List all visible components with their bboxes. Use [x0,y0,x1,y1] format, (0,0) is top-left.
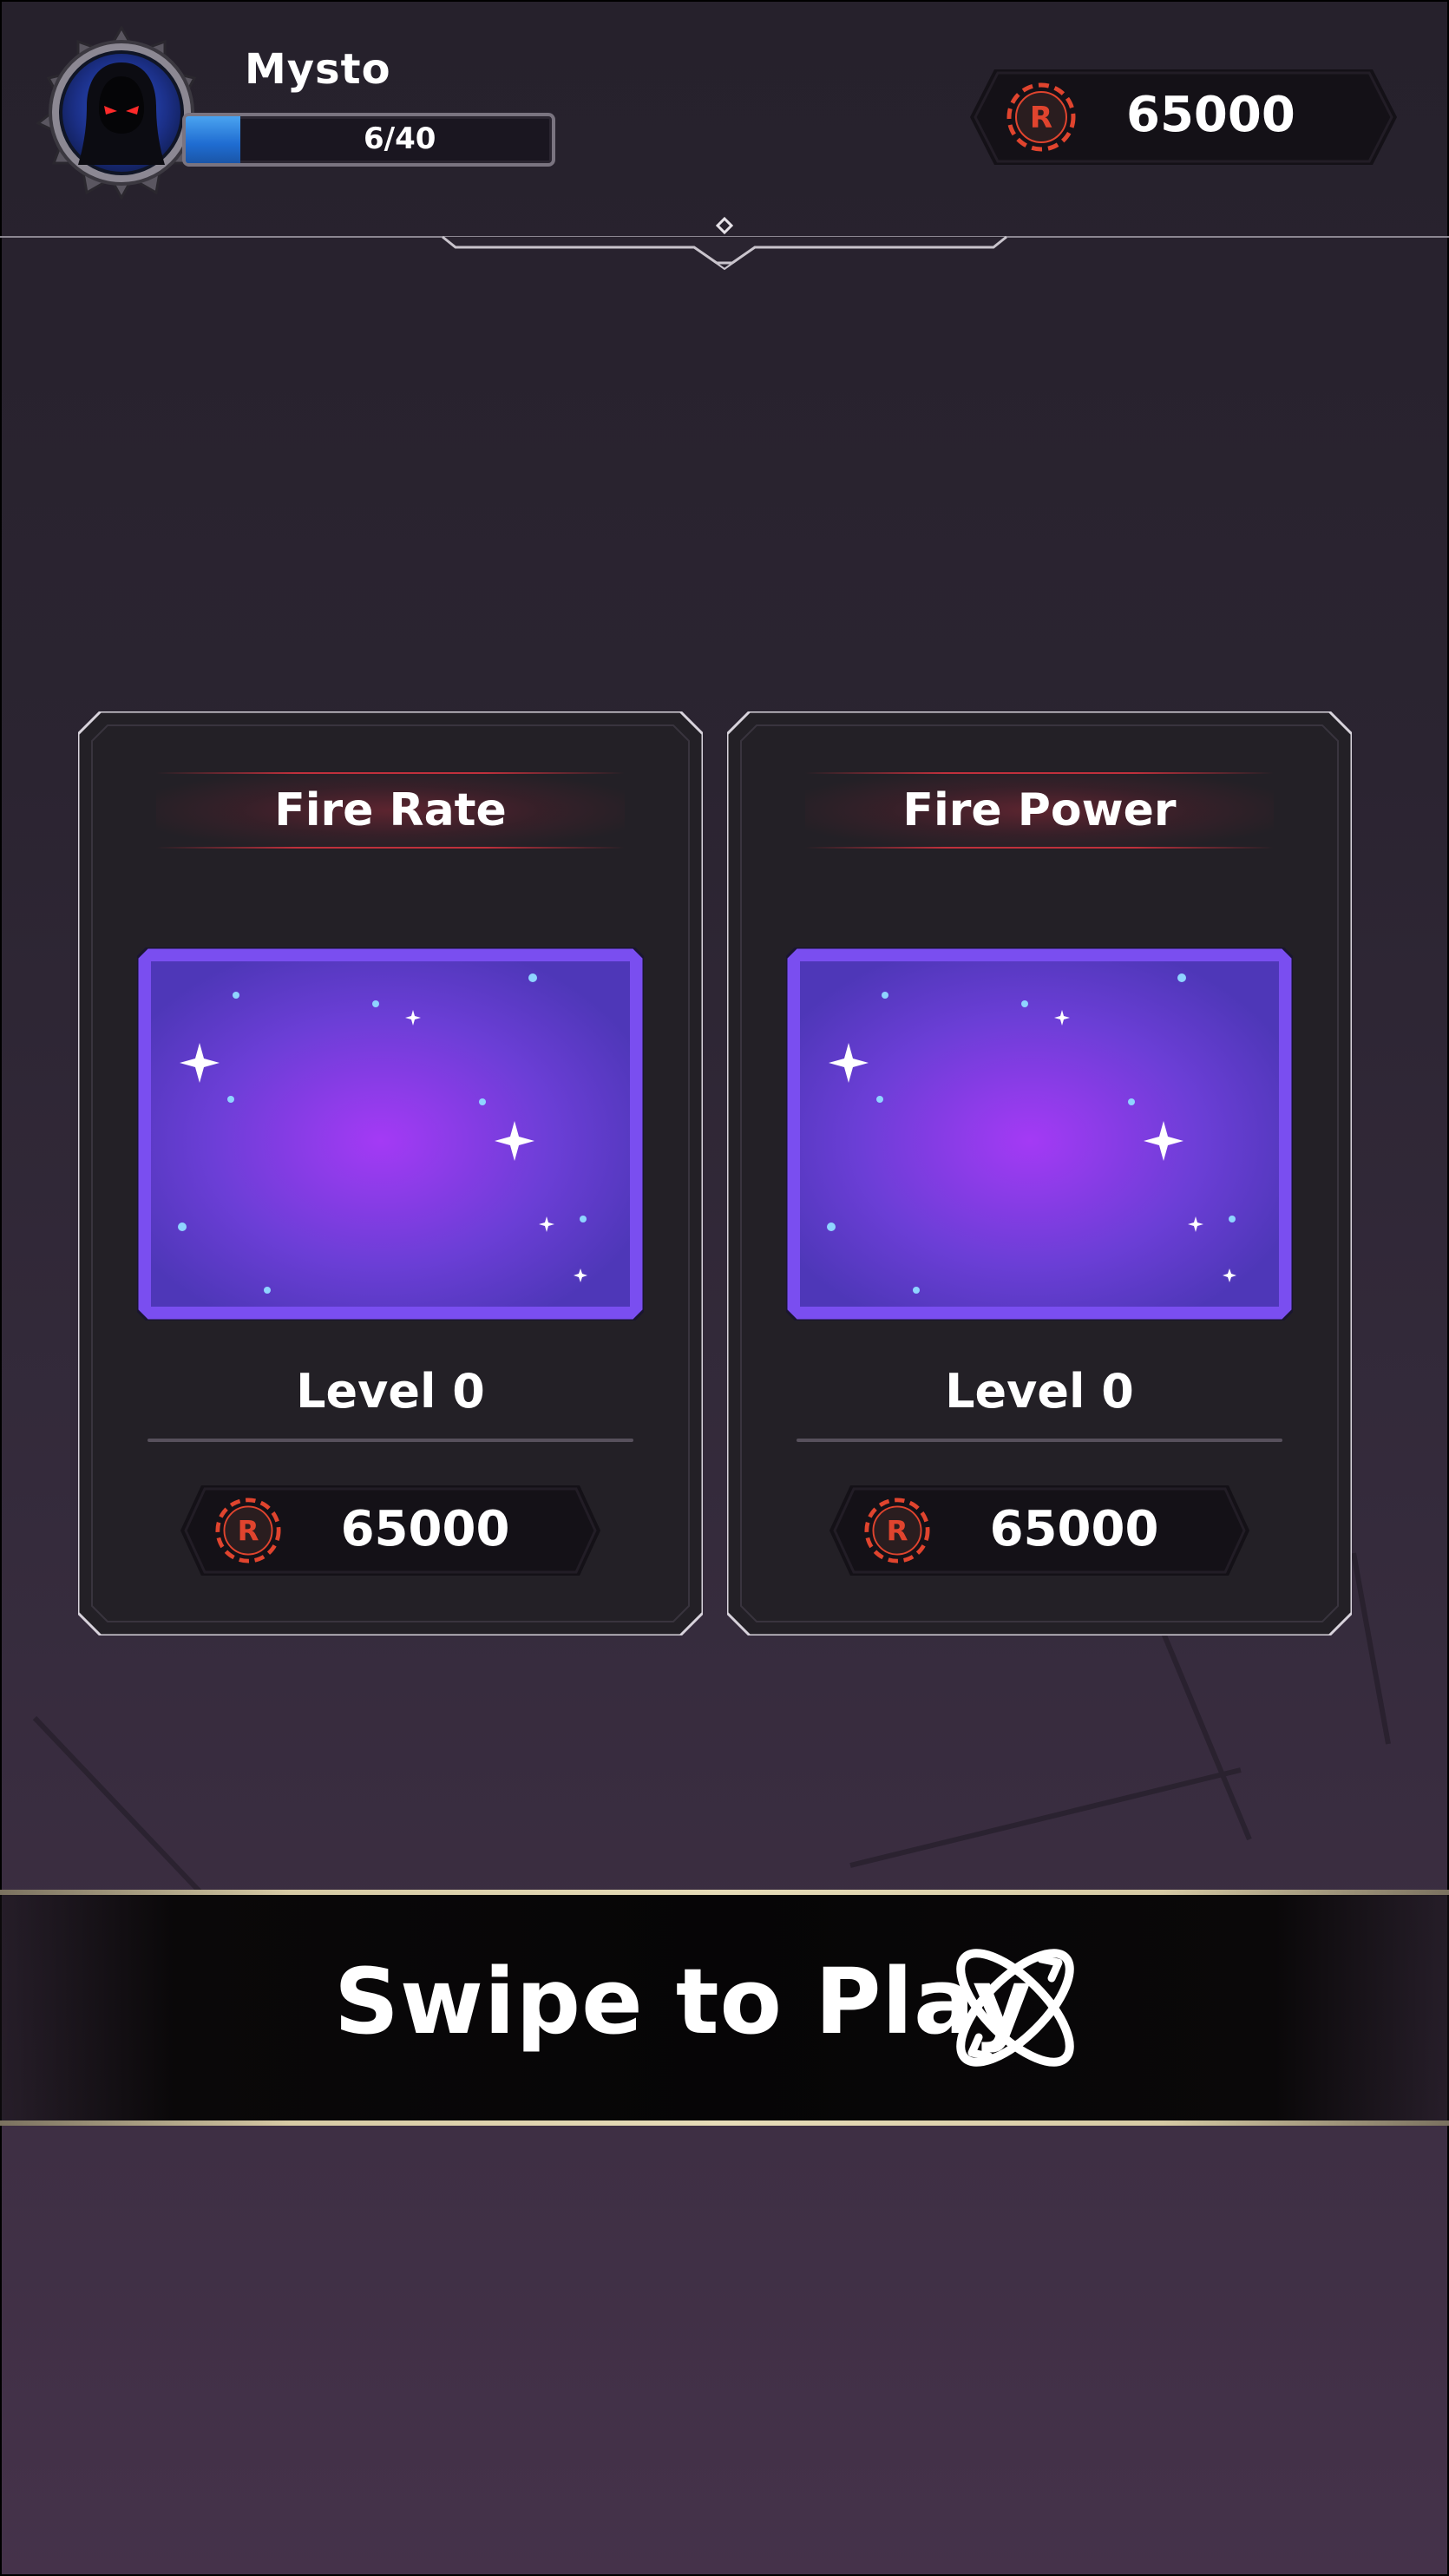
card-level: Level 0 [945,1364,1134,1419]
player-name: Mysto [245,45,391,94]
card-title: Fire Power [902,784,1177,836]
upgrade-cost: 65000 [989,1501,1159,1557]
card-divider [797,1439,1282,1442]
currency-amount: 65000 [1126,87,1295,143]
player-avatar[interactable] [35,26,208,200]
svg-text:R: R [1030,101,1052,135]
currency-display[interactable]: R 65000 [970,69,1397,165]
upgrade-buy-button[interactable]: R 65000 [829,1485,1249,1576]
card-title-banner: Fire Power [805,772,1274,849]
xp-progress-fill [186,116,241,163]
card-level: Level 0 [296,1364,485,1419]
header-divider [0,216,1449,271]
upgrade-buy-button[interactable]: R 65000 [180,1485,600,1576]
card-title: Fire Rate [274,784,507,836]
card-artwork [786,947,1293,1321]
swipe-to-play-label: Swipe to Play [334,1949,1033,2055]
upgrade-card-fire-power[interactable]: Fire Power Level 0 R 65000 [727,711,1352,1635]
orbit-swap-icon [956,1949,1074,2067]
swipe-to-play-bar[interactable]: Swipe to Play [0,1890,1449,2126]
card-title-banner: Fire Rate [156,772,625,849]
upgrade-card-fire-rate[interactable]: Fire Rate Level 0 R 65000 [78,711,703,1635]
upgrade-cost: 65000 [340,1501,510,1557]
card-artwork [137,947,644,1321]
xp-progress-text: 6/40 [364,121,436,156]
play-bar-bottom-rail [0,2120,1449,2126]
r-coin-icon: R [1006,82,1076,152]
card-divider [148,1439,633,1442]
xp-progress-bar: 6/40 [182,113,555,167]
